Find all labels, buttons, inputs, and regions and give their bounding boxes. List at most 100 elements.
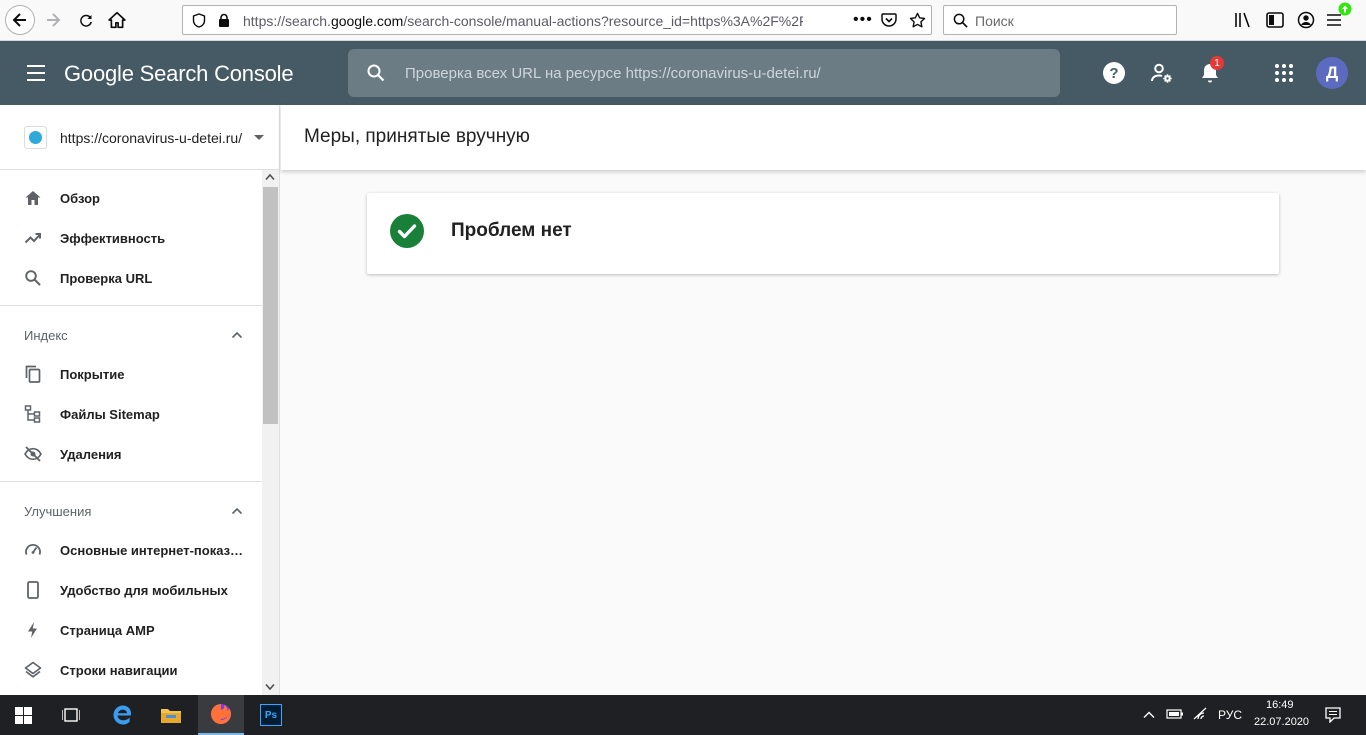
taskbar-edge[interactable] (100, 695, 146, 735)
sitemap-icon (24, 405, 41, 423)
browser-toolbar: https://search.google.com/search-console… (0, 0, 1366, 41)
section-title-index[interactable]: Индекс (24, 328, 68, 343)
scrollbar-thumb[interactable] (263, 187, 278, 424)
property-favicon (24, 126, 47, 149)
search-icon (953, 13, 968, 28)
layers-icon (24, 661, 42, 678)
sidebar-item-label: Строки навигации (60, 663, 178, 678)
taskbar-firefox[interactable] (198, 695, 244, 735)
bookmark-star-icon[interactable] (909, 12, 926, 29)
app-menu-button[interactable] (1324, 2, 1352, 34)
sidebar-item-label: Страница AMP (60, 623, 155, 638)
sidebar-item-mobile-usability[interactable]: Удобство для мобильных (0, 570, 262, 610)
status-card: Проблем нет (367, 193, 1279, 274)
chevron-up-icon[interactable] (231, 505, 243, 517)
app-logo[interactable]: Google Search Console (64, 61, 294, 87)
bolt-icon (28, 622, 37, 638)
update-available-icon (1338, 2, 1352, 16)
page-header: Меры, принятые вручную (281, 105, 1366, 170)
taskbar-photoshop[interactable]: Ps (248, 695, 294, 735)
scroll-up-icon[interactable] (265, 173, 275, 181)
sidebar-item-core-web-vitals[interactable]: Основные интернет-показ… (0, 530, 262, 570)
home-icon (108, 11, 126, 29)
sidebar-item-amp[interactable]: Страница AMP (0, 610, 262, 650)
url-text: https://search.google.com/search-console… (243, 13, 803, 29)
app-header: Google Search Console Проверка всех URL … (0, 41, 1366, 105)
sidebar-item-breadcrumbs[interactable]: Строки навигации (0, 650, 262, 690)
phone-icon (27, 581, 39, 599)
home-icon (25, 191, 41, 205)
sidebar-item-label: Проверка URL (60, 271, 153, 286)
trending-up-icon (24, 233, 41, 244)
page-title: Меры, принятые вручную (304, 126, 530, 147)
language-indicator[interactable]: РУС (1218, 708, 1242, 722)
start-button[interactable] (0, 695, 46, 735)
search-icon (367, 64, 385, 82)
arrow-left-icon (12, 13, 26, 27)
property-name: https://coronavirus-u-detei.ru/ (60, 130, 243, 146)
sidebar-item-performance[interactable]: Эффективность (0, 218, 262, 258)
help-icon[interactable]: ? (1102, 61, 1126, 85)
sidebar-item-overview[interactable]: Обзор (0, 178, 262, 218)
apps-grid-icon[interactable] (1272, 61, 1296, 85)
sidebar-item-sitemaps[interactable]: Файлы Sitemap (0, 394, 262, 434)
chevron-up-icon[interactable] (231, 329, 243, 341)
home-button[interactable] (103, 6, 131, 34)
sidebar: https://coronavirus-u-detei.ru/ Обзор Эф… (0, 105, 280, 695)
sidebar-toggle-icon[interactable] (1266, 12, 1284, 28)
section-title-enhancements[interactable]: Улучшения (24, 504, 91, 519)
arrow-right-icon (47, 13, 61, 27)
taskbar-file-explorer[interactable] (148, 695, 194, 735)
check-circle-icon (390, 214, 424, 248)
task-view-icon (62, 708, 80, 722)
sidebar-item-label: Удобство для мобильных (60, 583, 228, 598)
status-message: Проблем нет (451, 220, 572, 241)
avatar[interactable]: Д (1316, 57, 1348, 89)
pocket-icon[interactable] (881, 13, 897, 28)
address-bar[interactable]: https://search.google.com/search-console… (182, 5, 932, 35)
windows-taskbar: Ps РУС 16:49 22.07.2020 (0, 695, 1366, 735)
sidebar-item-coverage[interactable]: Покрытие (0, 354, 262, 394)
folder-icon (161, 709, 181, 723)
copy-icon (25, 365, 41, 383)
firefox-icon (211, 704, 231, 724)
property-selector[interactable]: https://coronavirus-u-detei.ru/ (0, 105, 279, 170)
clock-date[interactable]: 22.07.2020 (1254, 716, 1309, 728)
clock-time[interactable]: 16:49 (1266, 699, 1294, 711)
sidebar-item-url-inspection[interactable]: Проверка URL (0, 258, 262, 298)
speedometer-icon (25, 544, 41, 555)
divider (0, 305, 262, 306)
url-inspection-search[interactable]: Проверка всех URL на ресурсе https://cor… (348, 49, 1060, 97)
sidebar-item-label: Обзор (60, 191, 100, 206)
wifi-icon[interactable] (1193, 707, 1209, 721)
shield-icon (192, 13, 206, 28)
task-view-button[interactable] (48, 695, 94, 735)
lock-icon (219, 13, 229, 27)
library-icon[interactable] (1234, 12, 1252, 28)
scroll-down-icon[interactable] (265, 683, 275, 691)
search-placeholder: Проверка всех URL на ресурсе https://cor… (405, 65, 821, 82)
sidebar-item-label: Основные интернет-показ… (60, 543, 244, 558)
browser-search-field[interactable]: Поиск (943, 5, 1177, 35)
forward-button[interactable] (39, 6, 67, 34)
back-button[interactable] (5, 5, 35, 35)
page-actions-icon[interactable]: ••• (853, 11, 873, 29)
sidebar-item-removals[interactable]: Удаления (0, 434, 262, 474)
reload-icon (80, 14, 92, 27)
eye-off-icon (24, 446, 42, 462)
battery-icon[interactable] (1166, 708, 1184, 720)
notification-count-badge: 1 (1210, 56, 1224, 70)
photoshop-icon: Ps (260, 704, 282, 726)
main-menu-icon[interactable] (26, 64, 46, 82)
browser-search-placeholder: Поиск (975, 13, 1014, 29)
action-center-icon[interactable] (1325, 707, 1341, 723)
sidebar-item-label: Файлы Sitemap (60, 407, 160, 422)
sidebar-item-label: Покрытие (60, 367, 125, 382)
reload-button[interactable] (72, 6, 100, 34)
dropdown-caret-icon (254, 135, 264, 140)
manage-users-icon[interactable] (1150, 61, 1174, 85)
sidebar-item-label: Удаления (60, 447, 122, 462)
account-icon[interactable] (1297, 11, 1315, 29)
divider (0, 481, 262, 482)
tray-chevron-up-icon[interactable] (1143, 710, 1155, 719)
